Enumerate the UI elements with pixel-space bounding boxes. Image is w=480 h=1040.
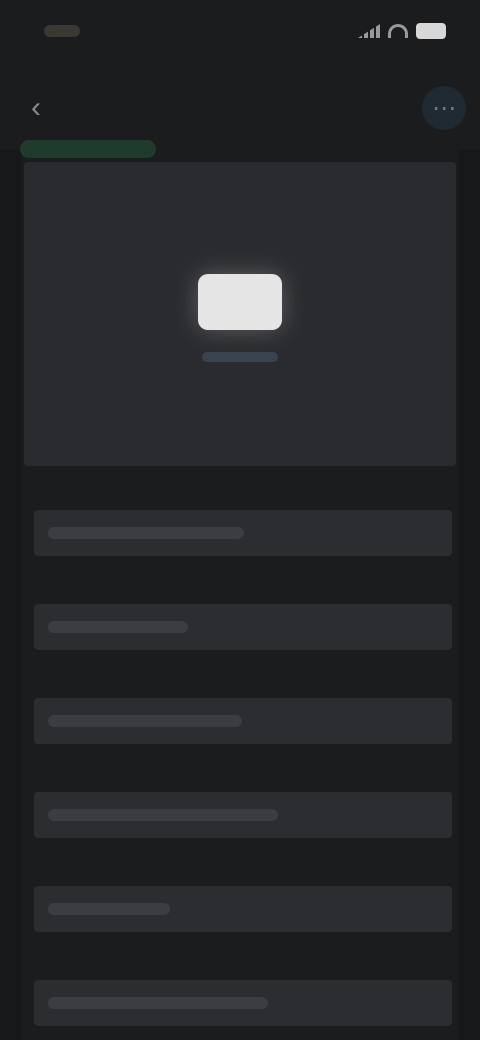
notification-icon (44, 25, 80, 37)
preview-caption (202, 352, 278, 362)
list-item (0, 470, 480, 564)
list-item (0, 658, 480, 752)
more-icon: ⋯ (432, 94, 456, 122)
list-item (0, 940, 480, 1034)
preview-card[interactable] (24, 162, 456, 466)
battery-icon (416, 23, 446, 39)
list-item-field[interactable] (34, 980, 452, 1026)
wifi-icon (388, 24, 408, 38)
list-item (0, 564, 480, 658)
list-item-field[interactable] (34, 510, 452, 556)
back-button[interactable]: ‹ (14, 86, 58, 130)
list-item-field[interactable] (34, 886, 452, 932)
list-item-field[interactable] (34, 698, 452, 744)
status-right (358, 23, 446, 39)
status-bar (0, 0, 480, 62)
list-item-field[interactable] (34, 604, 452, 650)
preview-image (198, 274, 282, 330)
signal-icon (358, 24, 380, 38)
settings-list (0, 470, 480, 1034)
chevron-left-icon: ‹ (31, 91, 41, 124)
value-placeholder (48, 715, 242, 727)
value-placeholder (48, 527, 244, 539)
status-left (34, 25, 80, 37)
more-button[interactable]: ⋯ (422, 86, 466, 130)
status-badge (20, 140, 156, 158)
header: ‹ ⋯ (0, 62, 480, 152)
value-placeholder (48, 809, 278, 821)
value-placeholder (48, 997, 268, 1009)
list-item-field[interactable] (34, 792, 452, 838)
list-item (0, 752, 480, 846)
value-placeholder (48, 903, 170, 915)
value-placeholder (48, 621, 188, 633)
list-item (0, 846, 480, 940)
